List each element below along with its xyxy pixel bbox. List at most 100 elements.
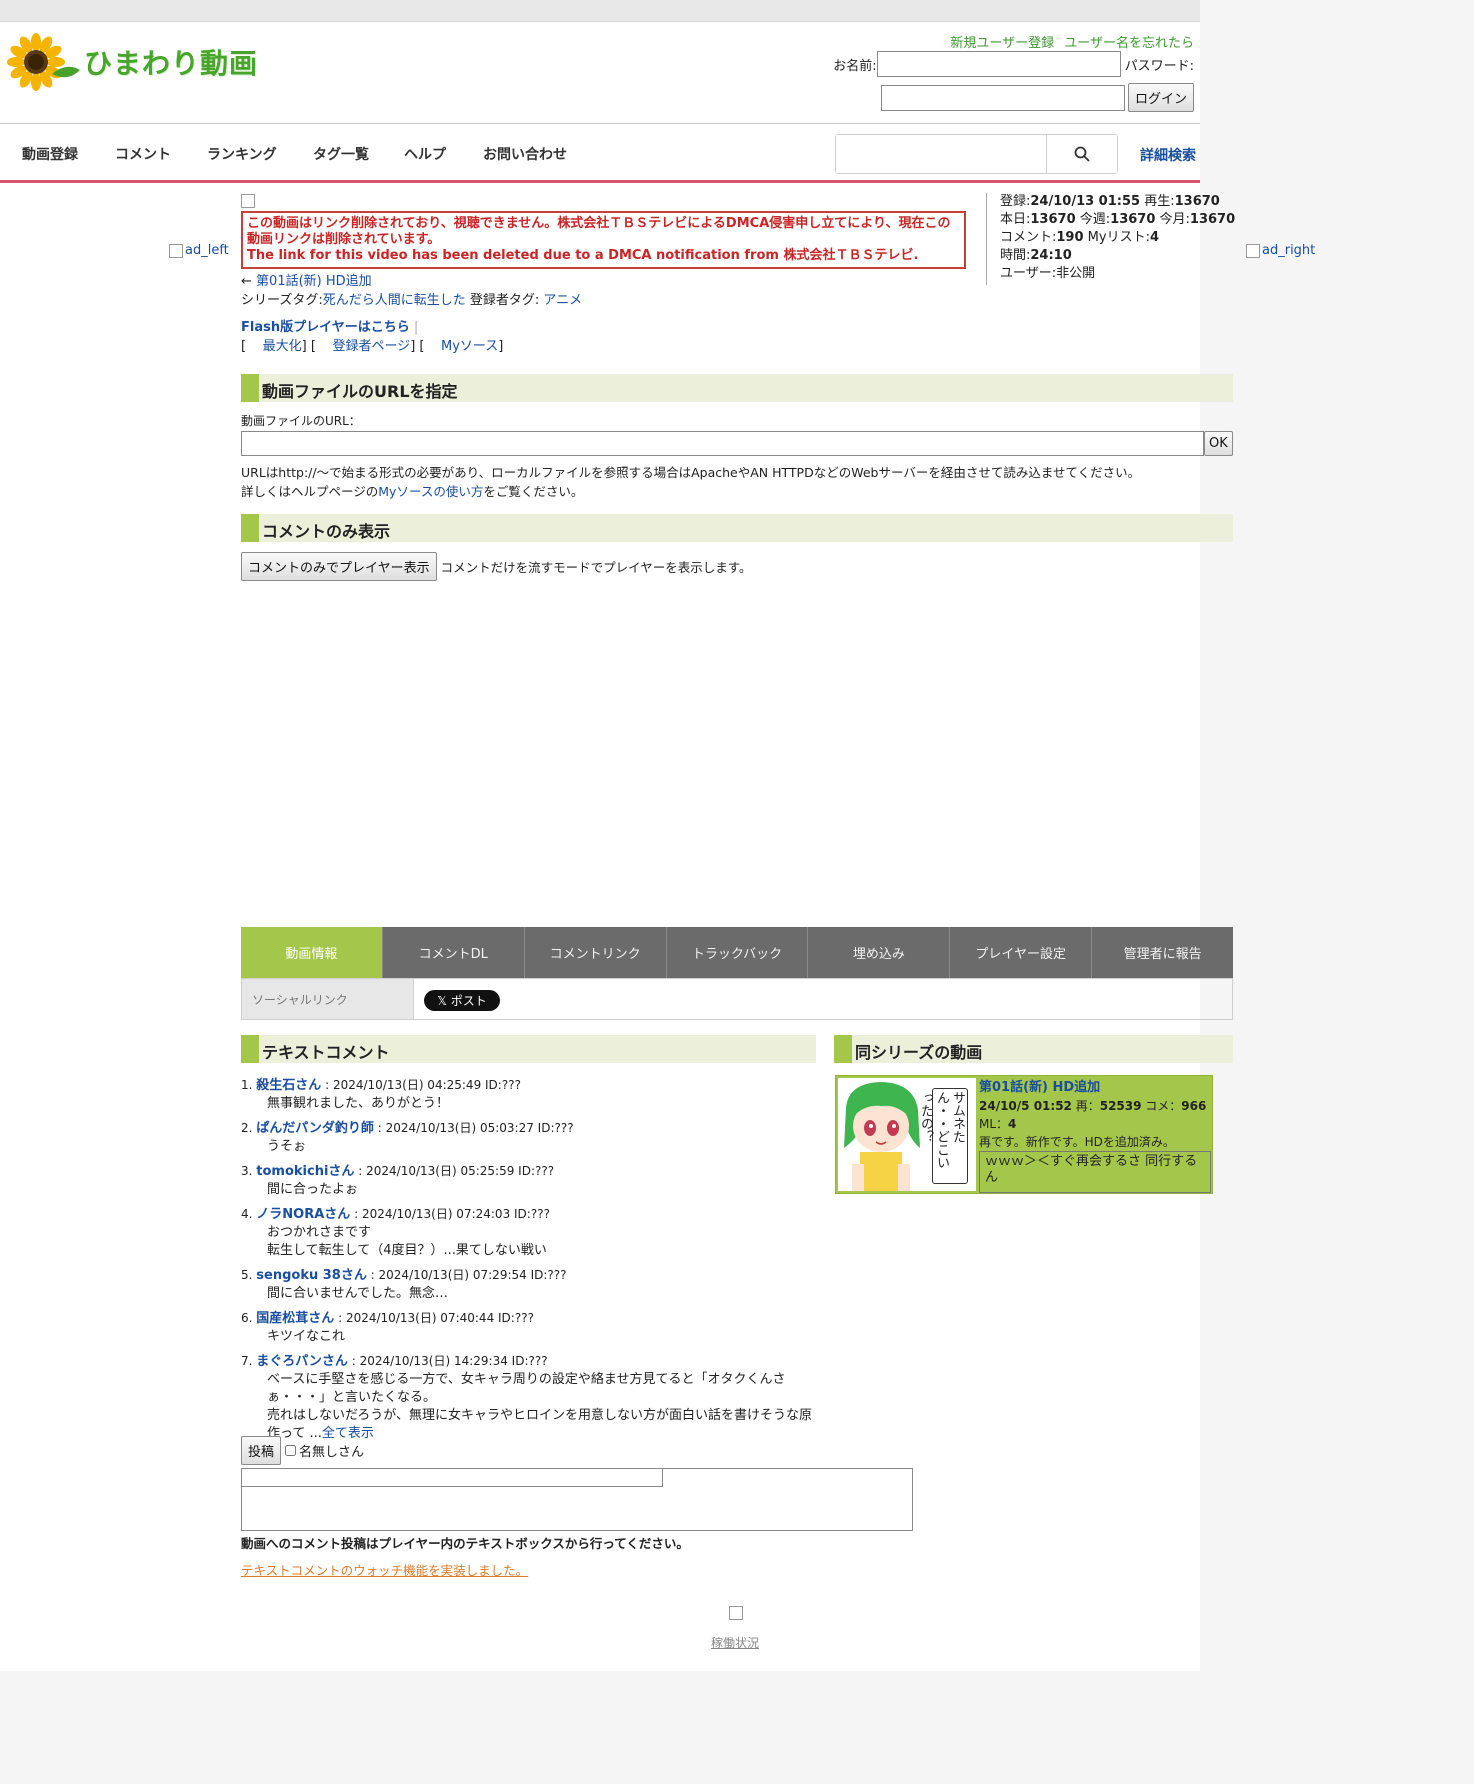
list-item: 7. まぐろパンさん : 2024/10/13(日) 14:29:34 ID:?… bbox=[241, 1352, 816, 1443]
login-links: 新規ユーザー登録 ユーザー名を忘れたら bbox=[944, 32, 1194, 51]
text-comments-list: 1. 殺生石さん : 2024/10/13(日) 04:25:49 ID:???… bbox=[241, 1076, 816, 1449]
anonymous-checkbox[interactable] bbox=[285, 1445, 297, 1456]
list-item: 4. ノラNORAさん : 2024/10/13(日) 07:24:03 ID:… bbox=[241, 1205, 816, 1260]
comment-body: おつかれさまです 転生して転生して（4度目？）...果てしない戦い bbox=[267, 1225, 547, 1258]
name-label: お名前: bbox=[833, 58, 877, 74]
maximize-link[interactable]: 最大化 bbox=[263, 339, 302, 354]
series-info: 第01話(新) HD追加 24/10/5 01:52 再：52539 コメ：96… bbox=[977, 1078, 1212, 1151]
tab-report[interactable]: 管理者に報告 bbox=[1092, 927, 1234, 978]
comment-body: 間に合ったよぉ bbox=[267, 1182, 359, 1197]
commenter-name[interactable]: 国産松茸さん bbox=[256, 1311, 334, 1326]
tab-trackback[interactable]: トラックバック bbox=[666, 927, 809, 978]
server-status-link[interactable]: 稼働状況 bbox=[711, 1634, 759, 1651]
tab-player-settings[interactable]: プレイヤー設定 bbox=[950, 927, 1093, 978]
tab-embed[interactable]: 埋め込み bbox=[808, 927, 951, 978]
register-link[interactable]: 新規ユーザー登録 bbox=[950, 36, 1054, 51]
nav-item-contact[interactable]: お問い合わせ bbox=[483, 144, 567, 164]
nav-item-comments[interactable]: コメント bbox=[115, 144, 171, 164]
comment-body: 間に合いませんでした。無念… bbox=[267, 1286, 448, 1301]
registrant-page-link[interactable]: 登録者ページ bbox=[332, 339, 410, 354]
broken-image-icon bbox=[169, 243, 183, 258]
post-button[interactable]: 投稿 bbox=[241, 1436, 282, 1465]
url-label: 動画ファイルのURL： bbox=[241, 414, 361, 428]
password-input[interactable] bbox=[880, 84, 1125, 111]
series-video-stats: 24/10/5 01:52 再：52539 コメ：966 ML：4 bbox=[979, 1099, 1207, 1131]
player-links: [ 最大化] [ 登録者ページ] [ Myソース] bbox=[241, 339, 504, 354]
series-tag-link[interactable]: 死んだら人間に転生した bbox=[323, 293, 466, 308]
dmca-notice-en: The link for this video has been deleted… bbox=[247, 248, 919, 263]
forgot-username-link[interactable]: ユーザー名を忘れたら bbox=[1064, 36, 1194, 51]
main-nav: 動画登録 コメント ランキング タグ一覧 ヘルプ お問い合わせ 詳細検索 bbox=[0, 125, 1200, 183]
social-links: ソーシャルリンク 𝕏 ポスト bbox=[241, 978, 1233, 1020]
nav-item-ranking[interactable]: ランキング bbox=[207, 144, 277, 164]
stats-row-comments: コメント:190 Myリスト:4 bbox=[1000, 230, 1160, 245]
search-box bbox=[835, 134, 1118, 174]
name-input[interactable] bbox=[876, 51, 1121, 77]
watch-feature-row: テキストコメントのウォッチ機能を実装しました。 bbox=[241, 1560, 528, 1579]
ad-right-alt: ad_right bbox=[1262, 243, 1316, 258]
site-header: ひまわり動画 新規ユーザー登録 ユーザー名を忘れたら お名前: パスワード: ロ… bbox=[0, 22, 1200, 124]
commenter-name[interactable]: ノラNORAさん bbox=[256, 1207, 350, 1222]
series-video-card[interactable]: サムネたん・・どこいったの？ 第01話(新) HD追加 24/10/5 01:5… bbox=[835, 1075, 1213, 1194]
commenter-name[interactable]: 殺生石さん bbox=[256, 1078, 321, 1093]
watch-feature-link[interactable]: テキストコメントのウォッチ機能を実装しました。 bbox=[241, 1563, 528, 1578]
prev-episode-link[interactable]: 第01話(新) HD追加 bbox=[256, 274, 372, 289]
url-input[interactable] bbox=[241, 431, 1204, 456]
ad-left[interactable]: ad_left bbox=[169, 243, 229, 258]
my-source-link[interactable]: Myソース bbox=[441, 339, 498, 354]
series-tag-label: シリーズタグ: bbox=[241, 293, 323, 308]
comment-only-row: コメントのみでプレイヤー表示 コメントだけを流すモードでプレイヤーを表示します。 bbox=[241, 552, 752, 581]
tab-comment-dl[interactable]: コメントDL bbox=[382, 927, 525, 978]
series-thumbnail[interactable]: サムネたん・・どこいったの？ bbox=[838, 1078, 976, 1191]
stats-row-duration: 時間:24:10 bbox=[1000, 248, 1072, 263]
nav-item-help[interactable]: ヘルプ bbox=[404, 144, 446, 164]
my-source-help-link[interactable]: Myソースの使い方 bbox=[378, 484, 483, 499]
tab-video-info[interactable]: 動画情報 bbox=[241, 927, 383, 978]
broken-image-icon bbox=[729, 1606, 743, 1620]
prev-arrow: ← bbox=[241, 274, 252, 289]
tags-row: シリーズタグ:死んだら人間に転生した 登録者タグ: アニメ bbox=[241, 289, 582, 308]
search-icon bbox=[1074, 146, 1090, 162]
series-video-title-link[interactable]: 第01話(新) HD追加 bbox=[979, 1080, 1100, 1095]
commenter-name[interactable]: sengoku 38さん bbox=[256, 1268, 367, 1283]
flash-player-link[interactable]: Flash版プレイヤーはこちら bbox=[241, 320, 410, 335]
comment-body: キツイなこれ bbox=[267, 1329, 346, 1344]
sunflower-icon bbox=[7, 33, 80, 91]
commenter-name[interactable]: まぐろパンさん bbox=[256, 1354, 348, 1369]
search-input[interactable] bbox=[836, 135, 1047, 173]
post-row: 投稿 名無しさん bbox=[241, 1436, 364, 1465]
comment-notice: 動画へのコメント投稿はプレイヤー内のテキストボックスから行ってください。 bbox=[241, 1536, 689, 1551]
registrant-tag-link[interactable]: アニメ bbox=[543, 293, 582, 308]
video-tabs: 動画情報 コメントDL コメントリンク トラックバック 埋め込み プレイヤー設定… bbox=[241, 927, 1234, 978]
ad-right[interactable]: ad_right bbox=[1246, 243, 1315, 258]
text-comments-heading: テキストコメント bbox=[241, 1035, 816, 1063]
social-label: ソーシャルリンク bbox=[242, 979, 414, 1019]
comment-only-player-button[interactable]: コメントのみでプレイヤー表示 bbox=[241, 552, 437, 581]
commenter-name[interactable]: tomokichiさん bbox=[256, 1164, 354, 1179]
comment-textarea[interactable] bbox=[241, 1468, 913, 1531]
url-note: URLはhttp://〜で始まる形式の必要があり、ローカルファイルを参照する場合… bbox=[241, 465, 1141, 480]
nav-item-upload[interactable]: 動画登録 bbox=[22, 144, 78, 164]
stats-row-registered: 登録:24/10/13 01:55 再生:13670 bbox=[1000, 194, 1220, 209]
search-button[interactable] bbox=[1047, 135, 1117, 173]
list-item: 6. 国産松茸さん : 2024/10/13(日) 07:40:44 ID:??… bbox=[241, 1309, 816, 1346]
anonymous-label: 名無しさん bbox=[299, 1445, 365, 1460]
url-ok-button[interactable]: OK bbox=[1204, 431, 1233, 456]
site-logo[interactable]: ひまわり動画 bbox=[6, 32, 258, 92]
comment-name-input[interactable] bbox=[242, 1469, 663, 1487]
flash-row: Flash版プレイヤーはこちら | bbox=[241, 320, 419, 335]
x-post-button[interactable]: 𝕏 ポスト bbox=[424, 990, 500, 1011]
commenter-name[interactable]: ぱんだパンダ釣り師 bbox=[256, 1121, 374, 1136]
list-item: 1. 殺生石さん : 2024/10/13(日) 04:25:49 ID:???… bbox=[241, 1076, 816, 1113]
comment-body: うそぉ bbox=[267, 1139, 307, 1154]
login-button[interactable]: ログイン bbox=[1127, 83, 1194, 112]
thumbnail-speech-bubble: サムネたん・・どこいったの？ bbox=[918, 1088, 968, 1184]
advanced-search-link[interactable]: 詳細検索 bbox=[1140, 145, 1196, 165]
nav-item-tags[interactable]: タグ一覧 bbox=[313, 144, 369, 164]
comment-only-heading: コメントのみ表示 bbox=[241, 514, 1233, 542]
ad-left-alt: ad_left bbox=[185, 243, 229, 258]
tab-comment-link[interactable]: コメントリンク bbox=[524, 927, 667, 978]
url-note-help: 詳しくはヘルプページのMyソースの使い方をご覧ください。 bbox=[241, 484, 584, 499]
password-label: パスワード: bbox=[1124, 58, 1194, 74]
video-stats: 登録:24/10/13 01:55 再生:13670 本日:13670 今週:1… bbox=[986, 193, 1246, 285]
